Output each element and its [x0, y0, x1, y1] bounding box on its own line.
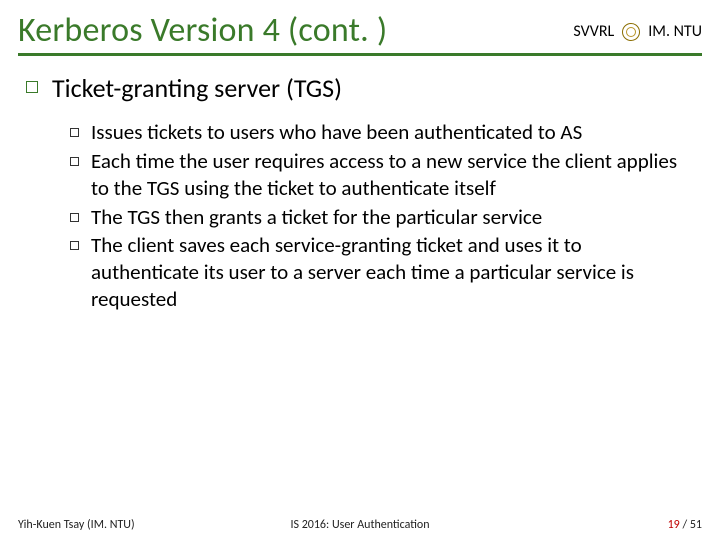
- slide-body: Ticket-granting server (TGS) Issues tick…: [18, 72, 702, 313]
- footer-author: Yih-Kuen Tsay (IM. NTU): [18, 518, 135, 532]
- brand-left: SVVRL: [573, 22, 614, 41]
- square-bullet-icon: [70, 241, 79, 250]
- bullet-level2: The client saves each service-granting t…: [70, 232, 700, 313]
- level2-text: Issues tickets to users who have been au…: [91, 119, 582, 146]
- page-sep: /: [680, 518, 690, 532]
- bullet-level2: Issues tickets to users who have been au…: [70, 119, 700, 146]
- title-underline: [18, 53, 702, 56]
- slide: Kerberos Version 4 (cont. ) SVVRL IM. NT…: [0, 0, 720, 540]
- level2-text: Each time the user requires access to a …: [91, 148, 691, 202]
- level1-text: Ticket-granting server (TGS): [52, 72, 342, 105]
- header-row: Kerberos Version 4 (cont. ) SVVRL IM. NT…: [18, 12, 702, 49]
- footer-course: IS 2016: User Authentication: [290, 518, 429, 532]
- page-current: 19: [668, 518, 680, 532]
- square-bullet-icon: [70, 213, 79, 222]
- square-bullet-icon: [70, 157, 79, 166]
- footer-page: 19 / 51: [668, 518, 702, 532]
- level2-list: Issues tickets to users who have been au…: [70, 119, 700, 313]
- slide-title: Kerberos Version 4 (cont. ): [18, 12, 573, 49]
- brand-block: SVVRL IM. NTU: [573, 22, 702, 49]
- brand-right: IM. NTU: [648, 22, 702, 41]
- level2-text: The TGS then grants a ticket for the par…: [91, 204, 542, 231]
- bullet-level2: Each time the user requires access to a …: [70, 148, 700, 202]
- square-bullet-icon: [26, 81, 38, 93]
- footer: Yih-Kuen Tsay (IM. NTU) IS 2016: User Au…: [0, 518, 720, 532]
- seal-icon: [622, 23, 640, 41]
- level2-text: The client saves each service-granting t…: [91, 232, 691, 313]
- page-total: 51: [690, 518, 702, 532]
- square-bullet-icon: [70, 128, 79, 137]
- bullet-level2: The TGS then grants a ticket for the par…: [70, 204, 700, 231]
- bullet-level1: Ticket-granting server (TGS): [26, 72, 700, 105]
